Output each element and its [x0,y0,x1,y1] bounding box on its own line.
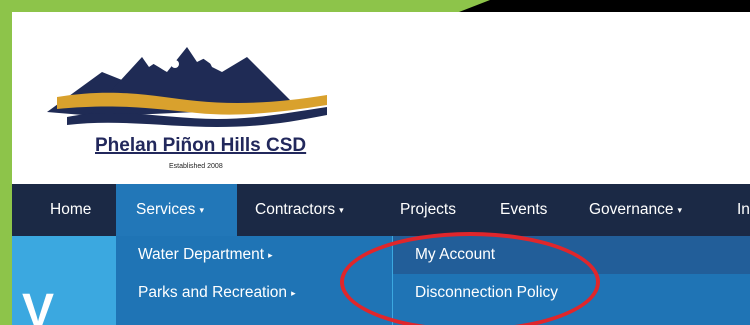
nav-more-label: In [737,201,750,218]
site-header: Phelan Piñon Hills CSD Established 2008 [12,12,750,184]
nav-governance[interactable]: Governance ▾ [589,184,682,236]
submenu-item-label: Disconnection Policy [415,284,559,301]
submenu-item-label: My Account [415,246,496,263]
nav-services-label: Services [136,201,196,219]
nav-projects[interactable]: Projects [400,184,456,236]
nav-projects-label: Projects [400,201,456,218]
submenu-item-disconnection-policy[interactable]: Disconnection Policy [393,274,750,312]
chevron-down-icon: ▾ [199,205,204,215]
nav-contractors[interactable]: Contractors ▾ [255,184,344,236]
green-frame-border [0,0,12,325]
nav-governance-label: Governance [589,201,674,219]
nav-more[interactable]: In [737,184,750,236]
main-navbar: Home Services ▾ Contractors ▾ Projects Eve… [12,184,750,236]
dropdown-item-parks-recreation[interactable]: Parks and Recreation ▸ [116,274,392,312]
nav-home-label: Home [50,201,92,218]
nav-home[interactable]: Home [50,184,91,236]
water-department-submenu: My Account Disconnection Policy [393,236,750,325]
nav-events-label: Events [500,201,548,218]
logo-name: Phelan Piñon Hills CSD [95,135,307,156]
services-dropdown: Water Department ▸ Parks and Recreation ▸ [116,236,392,325]
site-logo[interactable]: Phelan Piñon Hills CSD Established 2008 [47,27,347,177]
chevron-right-icon: ▸ [268,250,273,260]
logo-established: Established 2008 [169,163,223,170]
hero-text: V [22,285,55,325]
nav-events[interactable]: Events [500,184,547,236]
screenshot-frame: Phelan Piñon Hills CSD Established 2008 … [12,12,750,325]
nav-contractors-label: Contractors [255,201,336,219]
dropdown-item-label: Parks and Recreation [138,284,288,302]
mountain-logo-icon [47,47,327,127]
chevron-down-icon: ▾ [339,205,344,215]
nav-services[interactable]: Services ▾ [116,184,237,236]
dropdown-item-label: Water Department [138,246,265,264]
dropdown-item-water-department[interactable]: Water Department ▸ [116,236,392,274]
submenu-item-my-account[interactable]: My Account [393,236,750,274]
chevron-down-icon: ▾ [677,205,682,215]
chevron-right-icon: ▸ [291,288,296,298]
